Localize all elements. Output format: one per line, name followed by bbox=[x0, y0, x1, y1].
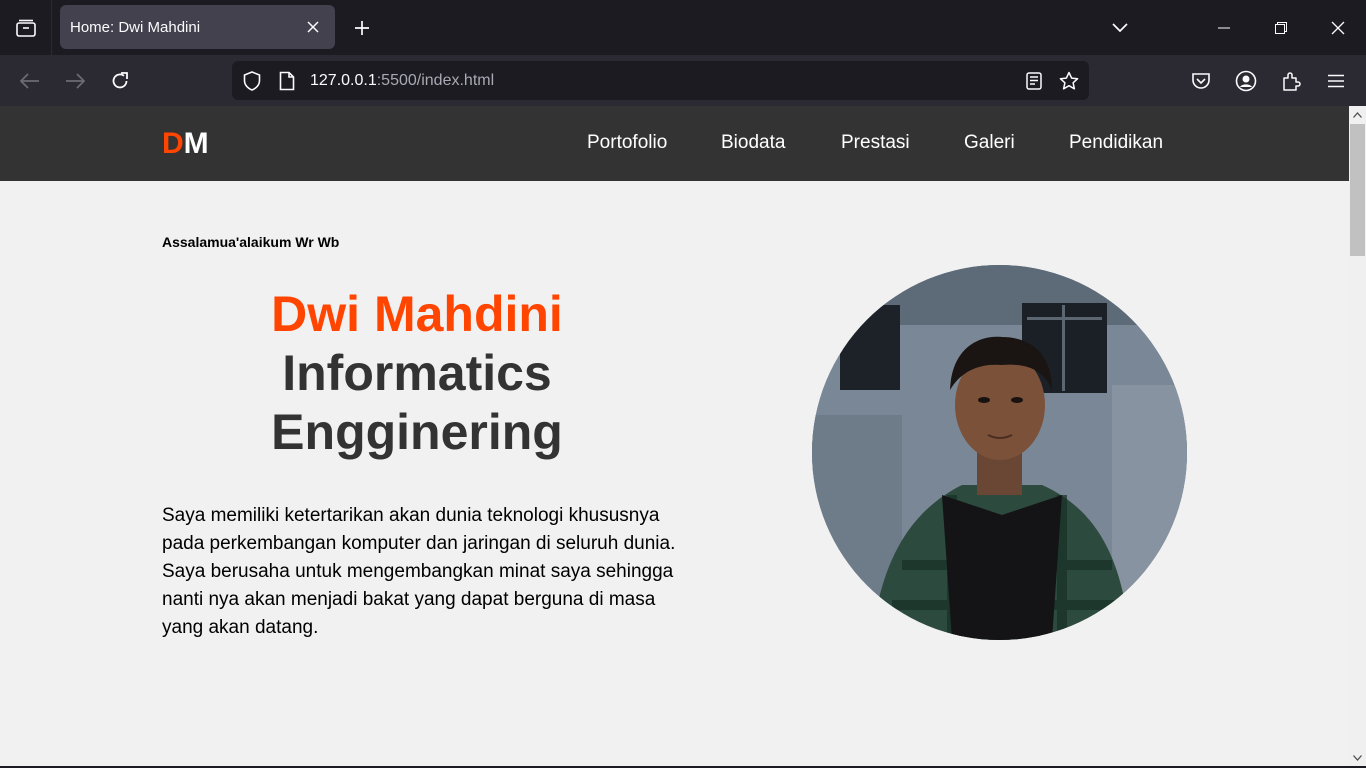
scroll-up-icon[interactable] bbox=[1349, 106, 1366, 123]
hero-role: Informatics Engginering bbox=[162, 344, 672, 462]
shield-icon[interactable] bbox=[237, 66, 267, 96]
browser-tab-active[interactable]: Home: Dwi Mahdini bbox=[60, 5, 335, 49]
scroll-down-icon[interactable] bbox=[1349, 749, 1366, 766]
logo-letter-m: M bbox=[183, 127, 209, 160]
extensions-icon[interactable] bbox=[1274, 64, 1308, 98]
url-path: :5500/index.html bbox=[376, 72, 495, 89]
hamburger-menu-icon[interactable] bbox=[1319, 64, 1353, 98]
hero-role-line1: Informatics bbox=[282, 345, 552, 401]
page-viewport: DM Portofolio Biodata Prestasi Galeri Pe… bbox=[0, 106, 1349, 766]
nav-link-prestasi[interactable]: Prestasi bbox=[841, 132, 910, 154]
reload-icon[interactable] bbox=[103, 64, 137, 98]
browser-toolbar: 127.0.0.1:5500/index.html bbox=[0, 55, 1366, 106]
tab-list-icon[interactable] bbox=[0, 0, 52, 55]
logo-letter-d: D bbox=[162, 127, 184, 160]
chevron-down-icon[interactable] bbox=[1104, 12, 1136, 44]
close-tab-icon[interactable] bbox=[301, 15, 325, 39]
hero-description: Saya memiliki ketertarikan akan dunia te… bbox=[162, 505, 676, 638]
tab-title: Home: Dwi Mahdini bbox=[70, 18, 201, 36]
url-bar[interactable]: 127.0.0.1:5500/index.html bbox=[232, 61, 1089, 100]
greeting-text: Assalamua'alaikum Wr Wb bbox=[162, 234, 340, 250]
close-window-icon[interactable] bbox=[1310, 0, 1366, 55]
page-scrollbar[interactable] bbox=[1349, 106, 1366, 766]
site-header: DM Portofolio Biodata Prestasi Galeri Pe… bbox=[0, 106, 1349, 181]
browser-tab-bar: Home: Dwi Mahdini bbox=[0, 0, 1366, 55]
new-tab-icon[interactable] bbox=[346, 12, 378, 44]
account-icon[interactable] bbox=[1229, 64, 1263, 98]
scrollbar-thumb[interactable] bbox=[1350, 124, 1365, 256]
url-text[interactable]: 127.0.0.1:5500/index.html bbox=[310, 61, 494, 100]
nav-link-pendidikan[interactable]: Pendidikan bbox=[1069, 132, 1163, 154]
profile-photo bbox=[812, 265, 1187, 640]
nav-link-portofolio[interactable]: Portofolio bbox=[587, 132, 667, 154]
page-icon[interactable] bbox=[272, 66, 302, 96]
hero-role-line2: Engginering bbox=[271, 404, 563, 460]
bookmark-star-icon[interactable] bbox=[1054, 66, 1084, 96]
nav-link-galeri[interactable]: Galeri bbox=[964, 132, 1015, 154]
url-host: 127.0.0.1 bbox=[310, 72, 377, 89]
minimize-icon[interactable] bbox=[1196, 0, 1252, 55]
nav-link-biodata[interactable]: Biodata bbox=[721, 132, 785, 154]
back-arrow-icon[interactable] bbox=[13, 64, 47, 98]
hero-name: Dwi Mahdini bbox=[271, 286, 563, 342]
forward-arrow-icon[interactable] bbox=[58, 64, 92, 98]
site-logo[interactable]: DM bbox=[162, 127, 209, 161]
reader-view-icon[interactable] bbox=[1019, 66, 1049, 96]
restore-icon[interactable] bbox=[1253, 0, 1309, 55]
pocket-icon[interactable] bbox=[1184, 64, 1218, 98]
